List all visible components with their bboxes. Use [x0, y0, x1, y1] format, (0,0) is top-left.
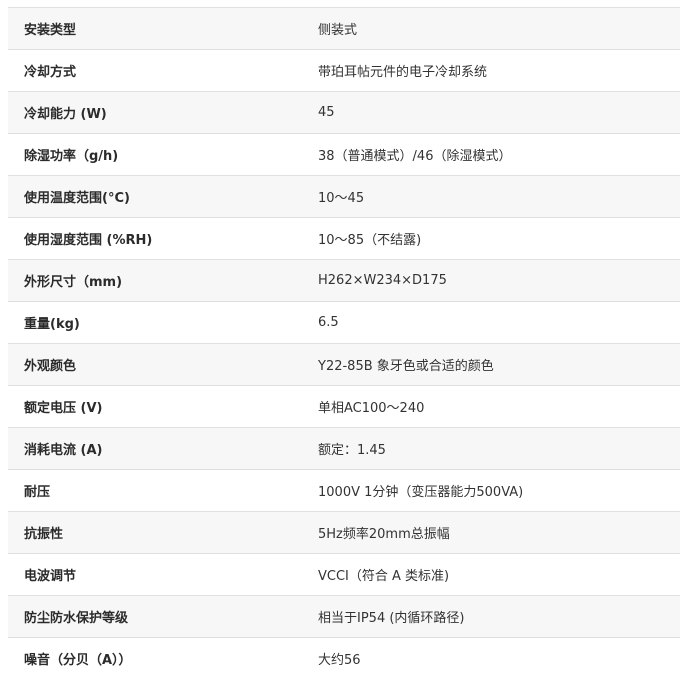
spec-value: 相当于IP54 (内循环路径): [318, 596, 680, 638]
spec-value: 额定：1.45: [318, 428, 680, 470]
spec-row: 耐压1000V 1分钟（变压器能力500VA): [8, 470, 680, 512]
spec-value: 10～85（不结露): [318, 218, 680, 260]
spec-label: 冷却能力 (W): [8, 92, 318, 134]
spec-row: 抗振性5Hz频率20mm总振幅: [8, 512, 680, 554]
spec-label: 使用温度范围(°C): [8, 176, 318, 218]
spec-label: 外形尺寸（mm): [8, 260, 318, 302]
spec-row: 消耗电流 (A)额定：1.45: [8, 428, 680, 470]
spec-row: 噪音（分贝（A））大约56: [8, 638, 680, 678]
spec-value: 侧装式: [318, 8, 680, 50]
spec-value: 6.5: [318, 302, 680, 344]
spec-label: 外观颜色: [8, 344, 318, 386]
spec-row: 除湿功率（g/h)38（普通模式）/46（除湿模式）: [8, 134, 680, 176]
spec-label: 防尘防水保护等级: [8, 596, 318, 638]
spec-row: 额定电压 (V)单相AC100～240: [8, 386, 680, 428]
spec-label: 噪音（分贝（A））: [8, 638, 318, 678]
spec-label: 耐压: [8, 470, 318, 512]
spec-row: 使用温度范围(°C)10～45: [8, 176, 680, 218]
spec-value: Y22-85B 象牙色或合适的颜色: [318, 344, 680, 386]
spec-row: 电波调节VCCI（符合 A 类标准): [8, 554, 680, 596]
spec-label: 电波调节: [8, 554, 318, 596]
spec-label: 抗振性: [8, 512, 318, 554]
spec-row: 外形尺寸（mm)H262×W234×D175: [8, 260, 680, 302]
spec-label: 冷却方式: [8, 50, 318, 92]
spec-row: 使用湿度范围 (%RH)10～85（不结露): [8, 218, 680, 260]
spec-value: 45: [318, 92, 680, 134]
spec-value: 大约56: [318, 638, 680, 678]
spec-label: 使用湿度范围 (%RH): [8, 218, 318, 260]
spec-value: 单相AC100～240: [318, 386, 680, 428]
spec-value: 带珀耳帖元件的电子冷却系统: [318, 50, 680, 92]
spec-label: 除湿功率（g/h): [8, 134, 318, 176]
spec-label: 额定电压 (V): [8, 386, 318, 428]
spec-table: 安装类型侧装式冷却方式带珀耳帖元件的电子冷却系统冷却能力 (W)45除湿功率（g…: [8, 8, 680, 678]
spec-table-body: 安装类型侧装式冷却方式带珀耳帖元件的电子冷却系统冷却能力 (W)45除湿功率（g…: [8, 8, 680, 678]
spec-value: H262×W234×D175: [318, 260, 680, 302]
spec-row: 冷却方式带珀耳帖元件的电子冷却系统: [8, 50, 680, 92]
spec-row: 安装类型侧装式: [8, 8, 680, 50]
spec-row: 外观颜色Y22-85B 象牙色或合适的颜色: [8, 344, 680, 386]
spec-row: 冷却能力 (W)45: [8, 92, 680, 134]
spec-value: 38（普通模式）/46（除湿模式）: [318, 134, 680, 176]
spec-value: 5Hz频率20mm总振幅: [318, 512, 680, 554]
spec-label: 消耗电流 (A): [8, 428, 318, 470]
spec-value: 10～45: [318, 176, 680, 218]
spec-value: VCCI（符合 A 类标准): [318, 554, 680, 596]
spec-row: 重量(kg)6.5: [8, 302, 680, 344]
spec-label: 重量(kg): [8, 302, 318, 344]
spec-label: 安装类型: [8, 8, 318, 50]
spec-value: 1000V 1分钟（变压器能力500VA): [318, 470, 680, 512]
spec-row: 防尘防水保护等级相当于IP54 (内循环路径): [8, 596, 680, 638]
